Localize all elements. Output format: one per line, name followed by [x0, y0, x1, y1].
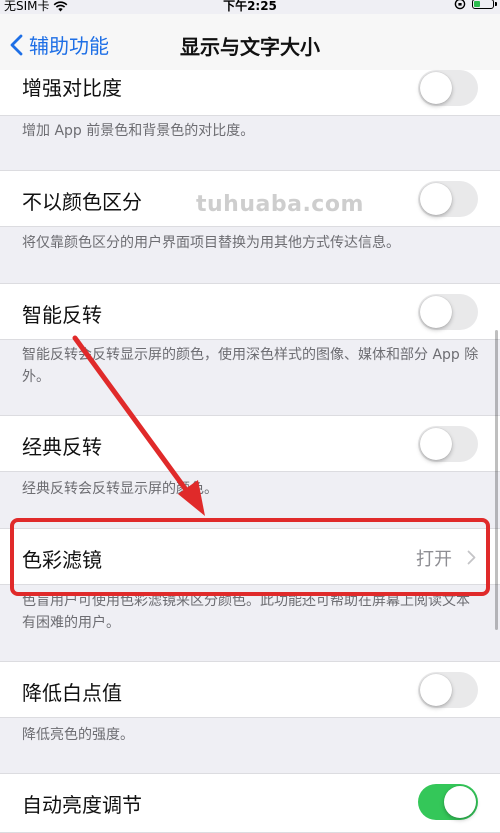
row-footer: 将仅靠颜色区分的用户界面项目替换为用其他方式传达信息。: [22, 235, 400, 251]
page-title: 显示与文字大小: [180, 35, 320, 59]
row-label: 降低白点值: [22, 681, 122, 705]
row-label: 自动亮度调节: [22, 793, 142, 817]
status-time: 下午2:25: [223, 0, 277, 13]
battery-charging-icon: [472, 0, 497, 9]
row-label: 智能反转: [22, 303, 102, 327]
row-classic-invert[interactable]: 经典反转: [0, 415, 500, 472]
toggle-knob: [420, 296, 452, 328]
navigation-bar: 辅助功能 显示与文字大小: [0, 14, 500, 72]
row-footer: 降低亮色的强度。: [22, 727, 134, 743]
status-bar: 无SIM卡 下午2:25: [0, 0, 500, 14]
toggle-knob: [444, 786, 476, 818]
row-footer: 增加 App 前景色和背景色的对比度。: [22, 123, 255, 139]
row-auto-brightness[interactable]: 自动亮度调节: [0, 773, 500, 833]
row-label: 增强对比度: [22, 76, 122, 100]
row-label: 不以颜色区分: [22, 190, 142, 214]
row-label: 经典反转: [22, 435, 102, 459]
row-increase-contrast[interactable]: 增强对比度: [0, 70, 500, 116]
auto-brightness-toggle[interactable]: [418, 784, 478, 820]
status-right: [454, 0, 497, 10]
row-smart-invert[interactable]: 智能反转: [0, 283, 500, 340]
classic-invert-toggle[interactable]: [418, 426, 478, 462]
differentiate-without-color-toggle[interactable]: [418, 181, 478, 217]
toggle-knob: [420, 72, 452, 104]
annotation-highlight-box: [10, 518, 490, 596]
increase-contrast-toggle[interactable]: [418, 70, 478, 106]
row-footer: 色盲用户可使用色彩滤镜来区分颜色。此功能还可帮助在屏幕上阅读文本有困难的用户。: [22, 593, 470, 631]
reduce-white-point-toggle[interactable]: [418, 672, 478, 708]
row-footer: 智能反转会反转显示屏的颜色，使用深色样式的图像、媒体和部分 App 除外。: [22, 347, 479, 385]
row-reduce-white-point[interactable]: 降低白点值: [0, 661, 500, 718]
watermark: tuhuaba.com: [196, 192, 364, 217]
toggle-knob: [420, 428, 452, 460]
smart-invert-toggle[interactable]: [418, 294, 478, 330]
rotation-lock-icon: [454, 0, 466, 10]
toggle-knob: [420, 183, 452, 215]
row-footer: 经典反转会反转显示屏的颜色。: [22, 481, 218, 497]
scroll-indicator[interactable]: [495, 330, 498, 630]
toggle-knob: [420, 674, 452, 706]
battery-level: [474, 1, 480, 7]
